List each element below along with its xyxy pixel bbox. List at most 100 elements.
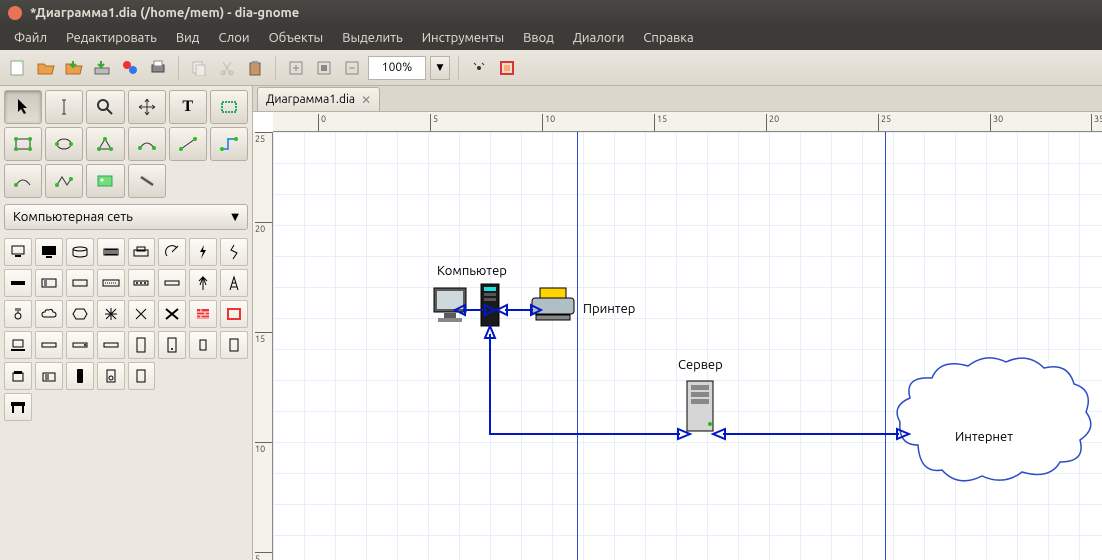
tabbar: Диаграмма1.dia ✕ <box>253 86 1102 112</box>
text-cursor-tool[interactable] <box>45 90 83 124</box>
ruler-vertical: 25 20 15 10 5 <box>253 132 273 560</box>
shape-printer[interactable] <box>128 238 156 266</box>
new-icon[interactable] <box>6 56 30 80</box>
zoom-input[interactable]: 100% <box>368 56 426 80</box>
computer-label: Компьютер <box>437 264 507 278</box>
shape-fax[interactable] <box>35 362 63 390</box>
shape-plug[interactable] <box>4 300 32 328</box>
shape-wrench-x[interactable] <box>158 300 186 328</box>
paste-icon[interactable] <box>243 56 267 80</box>
connector-tool[interactable] <box>210 127 248 161</box>
tab-label: Диаграмма1.dia <box>266 93 355 106</box>
shape-bus[interactable] <box>4 269 32 297</box>
shape-cross[interactable] <box>128 300 156 328</box>
shape-dish[interactable] <box>158 238 186 266</box>
polyline-tool[interactable] <box>45 164 83 198</box>
drawing-tools: T <box>0 86 252 202</box>
shape-laptop[interactable] <box>4 331 32 359</box>
canvas[interactable]: Компьютер Принтер Сервер <box>273 132 1102 560</box>
shape-computer[interactable] <box>4 238 32 266</box>
menubar: Файл Редактировать Вид Слои Объекты Выде… <box>0 26 1102 50</box>
shape-star-net[interactable] <box>97 300 125 328</box>
node-internet[interactable] <box>888 350 1098 494</box>
shape-router[interactable] <box>66 331 94 359</box>
shape-speaker[interactable] <box>97 362 125 390</box>
shape-hexagon[interactable] <box>66 300 94 328</box>
close-icon[interactable] <box>8 6 22 20</box>
outline-tool[interactable] <box>128 164 166 198</box>
shape-ups[interactable] <box>220 331 248 359</box>
polygon-tool[interactable] <box>86 127 124 161</box>
menu-view[interactable]: Вид <box>168 29 208 47</box>
shape-server[interactable] <box>128 331 156 359</box>
shape-table[interactable] <box>4 393 32 421</box>
shape-zigzag[interactable] <box>220 238 248 266</box>
titlebar: *Диаграмма1.dia (/home/mem) - dia-gnome <box>0 0 1102 26</box>
bezier-tool[interactable] <box>128 127 166 161</box>
box-tool[interactable] <box>210 90 248 124</box>
grid-icon[interactable] <box>495 56 519 80</box>
pointer-tool[interactable] <box>4 90 42 124</box>
ruler-horizontal: 0 5 10 15 20 25 30 35 40 <box>273 112 1102 132</box>
image-tool[interactable] <box>86 164 124 198</box>
shape-switch[interactable] <box>35 331 63 359</box>
shape-scanner[interactable] <box>97 238 125 266</box>
magnify-tool[interactable] <box>86 90 124 124</box>
save-as-icon[interactable] <box>90 56 114 80</box>
shape-cloud[interactable] <box>35 300 63 328</box>
shape-monitor[interactable] <box>35 238 63 266</box>
shape-rack[interactable] <box>66 269 94 297</box>
shape-hub[interactable] <box>128 269 156 297</box>
tab-close-icon[interactable]: ✕ <box>361 93 371 107</box>
shape-palette <box>0 232 252 425</box>
ellipse-tool[interactable] <box>45 127 83 161</box>
menu-select[interactable]: Выделить <box>334 29 411 47</box>
shape-mobile[interactable] <box>66 362 94 390</box>
shape-modem[interactable] <box>158 269 186 297</box>
tab-diagram[interactable]: Диаграмма1.dia ✕ <box>257 87 380 111</box>
window-title: *Диаграмма1.dia (/home/mem) - dia-gnome <box>30 6 299 20</box>
shape-firewall[interactable] <box>189 300 217 328</box>
shape-firewall2[interactable] <box>220 300 248 328</box>
shape-lightning[interactable] <box>189 238 217 266</box>
zoom-fit-icon[interactable] <box>312 56 336 80</box>
cut-icon[interactable] <box>215 56 239 80</box>
category-select[interactable]: Компьютерная сеть ▼ <box>4 204 248 230</box>
shape-keyboard[interactable] <box>97 269 125 297</box>
menu-layers[interactable]: Слои <box>210 29 257 47</box>
save-icon[interactable] <box>62 56 86 80</box>
menu-edit[interactable]: Редактировать <box>58 29 165 47</box>
shape-tower[interactable] <box>220 269 248 297</box>
menu-input[interactable]: Ввод <box>515 29 562 47</box>
shape-phone[interactable] <box>4 362 32 390</box>
menu-file[interactable]: Файл <box>6 29 55 47</box>
menu-dialogs[interactable]: Диалоги <box>565 29 633 47</box>
shape-pda[interactable] <box>128 362 156 390</box>
zoom-out-icon[interactable] <box>340 56 364 80</box>
shape-nas[interactable] <box>97 331 125 359</box>
rect-tool[interactable] <box>4 127 42 161</box>
zoom-in-icon[interactable] <box>284 56 308 80</box>
sidepanel: T Компьютерная сеть ▼ <box>0 86 253 560</box>
move-tool[interactable] <box>128 90 166 124</box>
copy-icon[interactable] <box>187 56 211 80</box>
open-icon[interactable] <box>34 56 58 80</box>
edge-monitor-computer <box>453 302 497 318</box>
print-icon[interactable] <box>146 56 170 80</box>
shape-workstation[interactable] <box>158 331 186 359</box>
arc-tool[interactable] <box>4 164 42 198</box>
shape-storage[interactable] <box>66 238 94 266</box>
shape-pc-mini[interactable] <box>189 331 217 359</box>
export-icon[interactable] <box>118 56 142 80</box>
menu-objects[interactable]: Объекты <box>261 29 332 47</box>
edge-computer-printer <box>495 302 543 318</box>
shape-patch[interactable] <box>35 269 63 297</box>
internet-label: Интернет <box>955 430 1013 444</box>
text-tool[interactable]: T <box>169 90 207 124</box>
zoom-dropdown[interactable]: ▼ <box>430 56 450 80</box>
snap-icon[interactable] <box>467 56 491 80</box>
line-tool[interactable] <box>169 127 207 161</box>
menu-help[interactable]: Справка <box>635 29 701 47</box>
shape-antenna[interactable] <box>189 269 217 297</box>
menu-tools[interactable]: Инструменты <box>414 29 512 47</box>
